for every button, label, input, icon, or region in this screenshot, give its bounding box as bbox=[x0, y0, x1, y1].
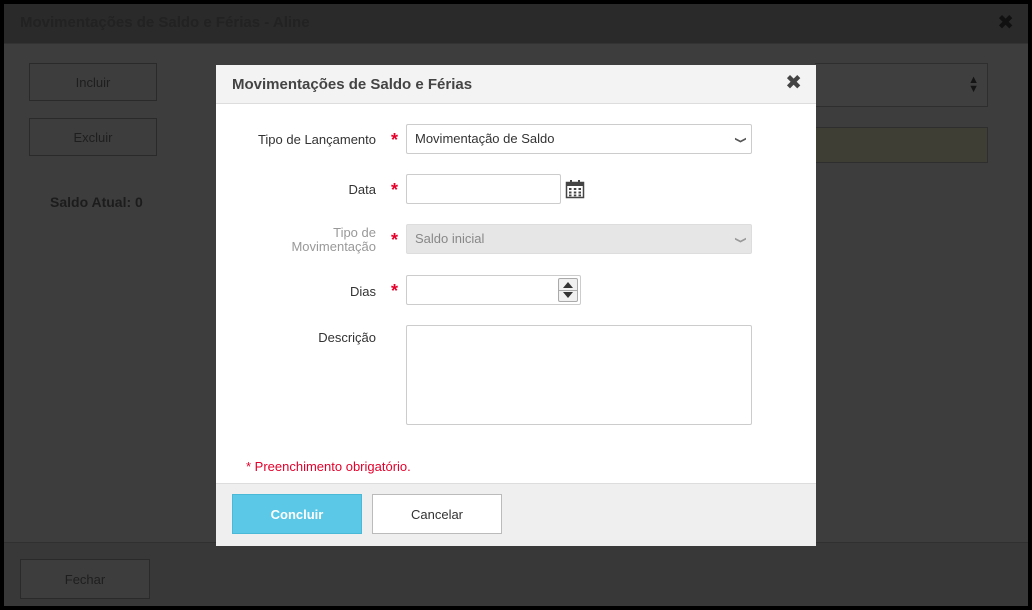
close-footer-button[interactable]: Fechar bbox=[20, 559, 150, 599]
background-close-icon[interactable]: ✖ bbox=[997, 10, 1014, 35]
dias-label: Dias bbox=[349, 284, 376, 299]
dias-stepper[interactable] bbox=[558, 278, 578, 302]
data-input[interactable] bbox=[406, 174, 561, 204]
stepper-divider bbox=[559, 290, 577, 291]
tipo-lancamento-value: Movimentação de Saldo bbox=[415, 131, 555, 146]
tipo-lancamento-label: Tipo de Lançamento bbox=[257, 132, 376, 147]
stepper-up-icon[interactable] bbox=[563, 282, 573, 288]
saldo-label: Saldo Atual: 0 bbox=[50, 194, 143, 210]
stepper-down-icon[interactable] bbox=[563, 292, 573, 298]
modal-header: Movimentações de Saldo e Férias ✖ bbox=[216, 65, 816, 104]
required-note: * Preenchimento obrigatório. bbox=[246, 459, 411, 474]
close-icon[interactable]: ✖ bbox=[785, 70, 802, 95]
include-button[interactable]: Incluir bbox=[29, 63, 157, 101]
required-mark: * bbox=[391, 281, 399, 301]
background-header: Movimentações de Saldo e Férias - Aline … bbox=[4, 4, 1028, 44]
tipo-movimentacao-select[interactable]: Saldo inicial ❯ bbox=[406, 224, 752, 254]
background-select[interactable]: ▲ ▼ bbox=[815, 63, 988, 107]
data-label: Data bbox=[348, 182, 376, 197]
chevron-down-icon: ❯ bbox=[734, 136, 747, 144]
background-info-bar bbox=[815, 127, 988, 163]
concluir-button[interactable]: Concluir bbox=[232, 494, 362, 534]
tipo-movimentacao-label-line1: Tipo de bbox=[333, 225, 376, 240]
calendar-icon[interactable] bbox=[565, 179, 585, 199]
descricao-label: Descrição bbox=[318, 330, 376, 345]
modal-title: Movimentações de Saldo e Férias bbox=[232, 76, 473, 93]
tipo-movimentacao-value: Saldo inicial bbox=[415, 231, 485, 246]
modal-dialog: Movimentações de Saldo e Férias ✖ Tipo d… bbox=[216, 65, 816, 546]
background-footer: Fechar bbox=[4, 542, 1028, 606]
sort-arrows-icon: ▲ ▼ bbox=[968, 74, 979, 95]
dias-input[interactable] bbox=[406, 275, 581, 305]
cancelar-button[interactable]: Cancelar bbox=[372, 494, 502, 534]
required-mark: * bbox=[391, 230, 399, 250]
descricao-textarea[interactable] bbox=[406, 325, 752, 425]
tipo-movimentacao-label-line2: Movimentação bbox=[291, 239, 376, 254]
modal-footer: Concluir Cancelar bbox=[216, 483, 816, 546]
tipo-movimentacao-label: Tipo de Movimentação bbox=[291, 226, 376, 254]
chevron-down-icon: ❯ bbox=[734, 236, 747, 244]
background-title: Movimentações de Saldo e Férias - Aline bbox=[20, 14, 310, 31]
required-mark: * bbox=[391, 180, 399, 200]
tipo-lancamento-select[interactable]: Movimentação de Saldo ❯ bbox=[406, 124, 752, 154]
required-mark: * bbox=[391, 130, 399, 150]
exclude-button[interactable]: Excluir bbox=[29, 118, 157, 156]
